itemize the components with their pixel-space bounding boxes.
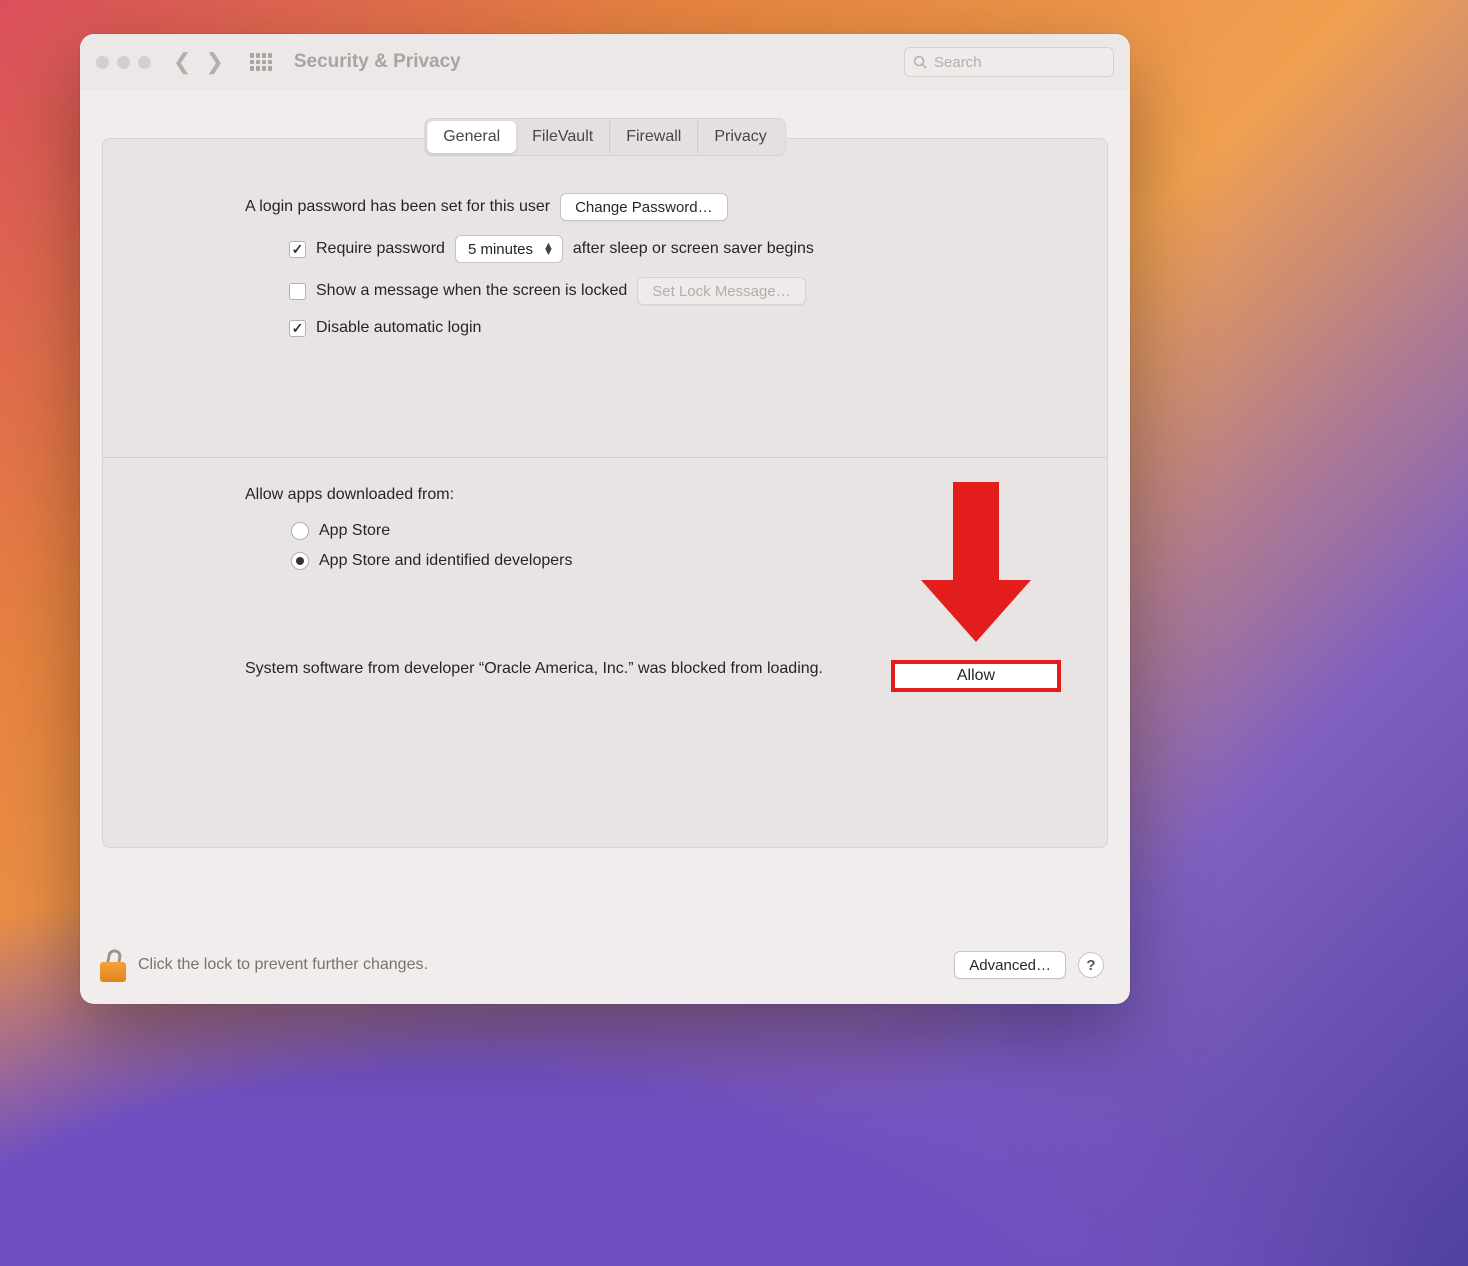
login-password-text: A login password has been set for this u… (245, 198, 550, 216)
blocked-software-text: System software from developer “Oracle A… (245, 660, 823, 678)
allow-apps-heading: Allow apps downloaded from: (245, 486, 454, 504)
forward-button[interactable]: ❯ (205, 49, 223, 75)
tab-privacy[interactable]: Privacy (698, 121, 782, 153)
search-icon (913, 55, 928, 70)
security-privacy-window: ❮ ❯ Security & Privacy Search General Fi… (80, 34, 1130, 1004)
password-delay-value: 5 minutes (468, 241, 533, 258)
search-input[interactable]: Search (904, 47, 1114, 77)
tab-filevault[interactable]: FileVault (516, 121, 610, 153)
advanced-button[interactable]: Advanced… (954, 951, 1066, 979)
disable-auto-login-label: Disable automatic login (316, 319, 481, 337)
traffic-lights (96, 56, 151, 69)
allow-button[interactable]: Allow (891, 660, 1061, 692)
disable-auto-login-row: Disable automatic login (289, 319, 1061, 337)
change-password-button[interactable]: Change Password… (560, 193, 728, 221)
footer: Click the lock to prevent further change… (80, 948, 1130, 1004)
show-message-label: Show a message when the screen is locked (316, 282, 627, 300)
require-password-checkbox[interactable] (289, 241, 306, 258)
radio-identified[interactable] (291, 552, 309, 570)
close-icon[interactable] (96, 56, 109, 69)
general-panel: A login password has been set for this u… (102, 138, 1108, 848)
tab-general[interactable]: General (427, 121, 516, 153)
require-password-row: Require password 5 minutes ▲▼ after slee… (289, 235, 1061, 263)
zoom-icon[interactable] (138, 56, 151, 69)
back-button[interactable]: ❮ (173, 49, 191, 75)
tab-firewall[interactable]: Firewall (610, 121, 698, 153)
radio-identified-label: App Store and identified developers (319, 552, 573, 570)
annotation-arrow-icon (921, 482, 1031, 652)
set-lock-message-button: Set Lock Message… (637, 277, 805, 305)
minimize-icon[interactable] (117, 56, 130, 69)
nav-controls: ❮ ❯ (173, 49, 224, 75)
password-delay-select[interactable]: 5 minutes ▲▼ (455, 235, 563, 263)
radio-appstore-label: App Store (319, 522, 390, 540)
lock-icon[interactable] (100, 948, 126, 982)
chevron-updown-icon: ▲▼ (543, 243, 554, 255)
tab-bar: General FileVault Firewall Privacy (424, 118, 786, 156)
show-message-checkbox[interactable] (289, 283, 306, 300)
help-button[interactable]: ? (1078, 952, 1104, 978)
lock-hint-text: Click the lock to prevent further change… (138, 956, 428, 974)
disable-auto-login-checkbox[interactable] (289, 320, 306, 337)
titlebar: ❮ ❯ Security & Privacy Search (80, 34, 1130, 90)
login-password-row: A login password has been set for this u… (245, 193, 1061, 221)
show-all-icon[interactable] (250, 53, 272, 71)
section-divider (103, 457, 1107, 458)
radio-appstore[interactable] (291, 522, 309, 540)
require-password-label: Require password (316, 240, 445, 258)
show-message-row: Show a message when the screen is locked… (289, 277, 1061, 305)
window-title: Security & Privacy (294, 51, 461, 73)
after-sleep-text: after sleep or screen saver begins (573, 240, 814, 258)
search-placeholder: Search (934, 54, 982, 71)
blocked-software-row: System software from developer “Oracle A… (245, 660, 1061, 692)
